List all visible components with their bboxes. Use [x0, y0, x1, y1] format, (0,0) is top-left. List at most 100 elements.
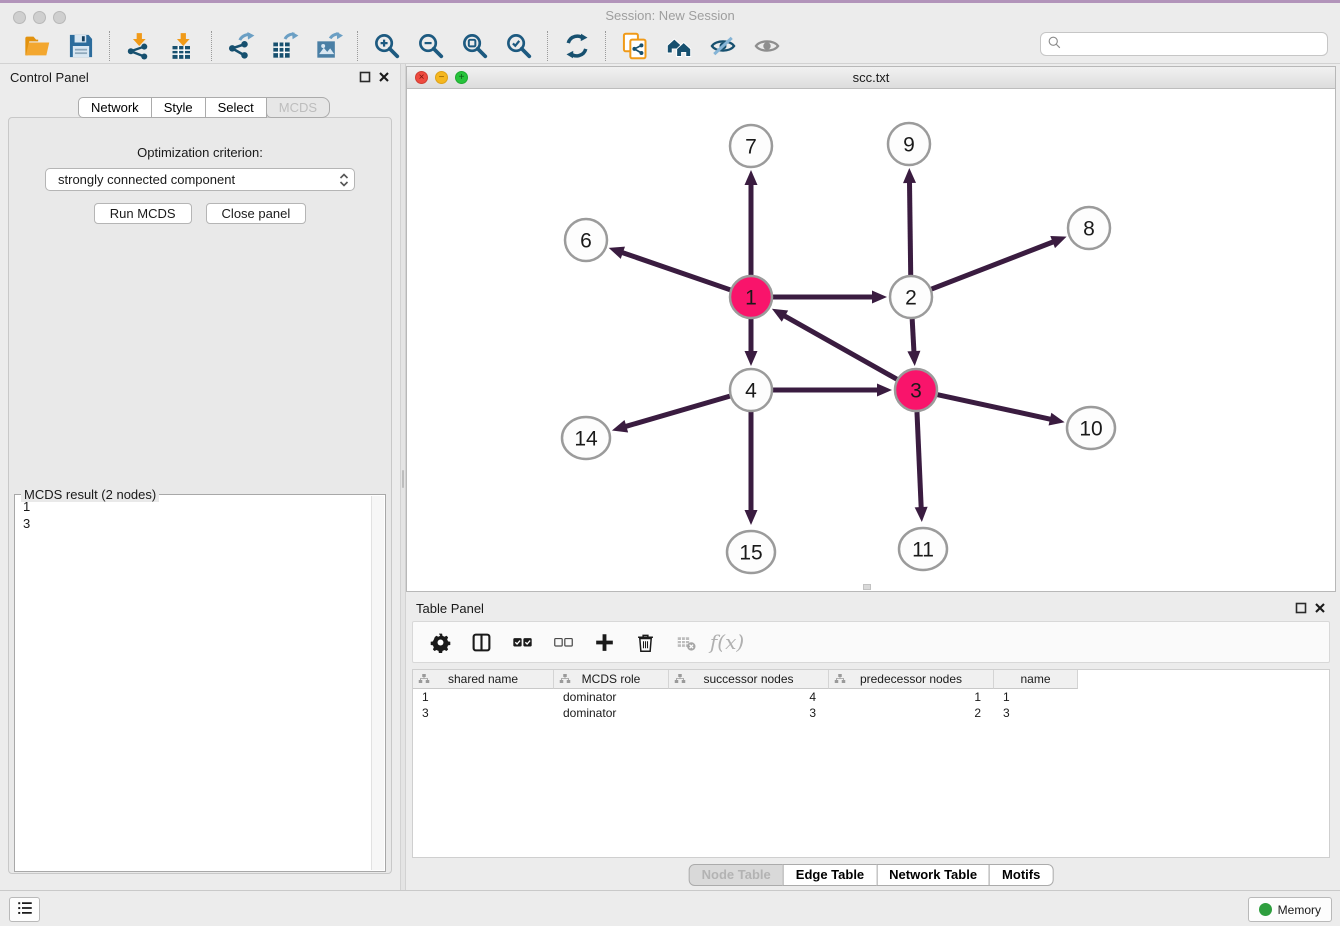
- export-image-icon[interactable]: [314, 31, 343, 60]
- table-toolbar: f(x): [412, 621, 1330, 663]
- cell-predecessor-nodes[interactable]: 2: [829, 705, 994, 721]
- network-close-button[interactable]: ×: [415, 71, 428, 84]
- import-table-icon[interactable]: [168, 31, 197, 60]
- graph-edge-1-7[interactable]: [745, 170, 758, 275]
- graph-node-6[interactable]: 6: [565, 219, 607, 261]
- table-settings-icon[interactable]: [429, 631, 451, 653]
- cell-shared-name[interactable]: 1: [413, 689, 554, 705]
- column-header-shared-name[interactable]: shared name: [413, 670, 554, 689]
- zoom-out-icon[interactable]: [416, 31, 445, 60]
- column-header-name[interactable]: name: [994, 670, 1078, 689]
- graph-edge-1-6[interactable]: [609, 247, 731, 290]
- show-all-icon[interactable]: [752, 31, 781, 60]
- table-row[interactable]: 3dominator323: [413, 705, 1329, 721]
- graph-edge-2-3[interactable]: [907, 319, 920, 366]
- graph-node-1[interactable]: 1: [730, 276, 772, 318]
- refresh-layout-icon[interactable]: [562, 31, 591, 60]
- import-network-icon[interactable]: [124, 31, 153, 60]
- session-title: Session: New Session: [0, 3, 1340, 28]
- network-window-titlebar[interactable]: × − + scc.txt: [407, 67, 1335, 89]
- divider-grip[interactable]: [402, 470, 404, 488]
- panel-menu-button[interactable]: [9, 897, 40, 922]
- add-row-icon[interactable]: [593, 631, 615, 653]
- tab-mcds[interactable]: MCDS: [266, 97, 330, 118]
- canvas-scroll-grip[interactable]: [863, 584, 871, 590]
- zoom-fit-icon[interactable]: [460, 31, 489, 60]
- table-tab-node-table[interactable]: Node Table: [689, 864, 784, 886]
- cell-mcds-role[interactable]: dominator: [554, 689, 669, 705]
- graph-node-8[interactable]: 8: [1068, 207, 1110, 249]
- minimize-window-button[interactable]: [33, 11, 46, 24]
- network-zoom-button[interactable]: +: [455, 71, 468, 84]
- tab-select[interactable]: Select: [205, 97, 267, 118]
- clone-network-icon[interactable]: [620, 31, 649, 60]
- cell-name[interactable]: 1: [994, 689, 1078, 705]
- mcds-result-scrollbar[interactable]: [371, 496, 384, 870]
- column-header-predecessor-nodes[interactable]: predecessor nodes: [829, 670, 994, 689]
- close-panel-button[interactable]: Close panel: [206, 203, 307, 224]
- svg-text:8: 8: [1083, 218, 1095, 241]
- tab-style[interactable]: Style: [151, 97, 206, 118]
- network-canvas[interactable]: 7 9 6 8 1 2 4 3 14 10 15 11: [407, 89, 1335, 591]
- column-header-successor-nodes[interactable]: successor nodes: [669, 670, 829, 689]
- export-table-icon[interactable]: [270, 31, 299, 60]
- tab-network[interactable]: Network: [78, 97, 152, 118]
- graph-node-14[interactable]: 14: [562, 417, 610, 459]
- graph-edge-4-15[interactable]: [745, 412, 758, 525]
- run-mcds-button[interactable]: Run MCDS: [94, 203, 192, 224]
- network-minimize-button[interactable]: −: [435, 71, 448, 84]
- graph-edge-4-14[interactable]: [612, 396, 730, 432]
- select-all-icon[interactable]: [511, 631, 533, 653]
- save-session-icon[interactable]: [66, 31, 95, 60]
- network-graph[interactable]: 7 9 6 8 1 2 4 3 14 10 15 11: [407, 89, 1335, 591]
- graph-edge-2-9[interactable]: [903, 168, 916, 275]
- graph-edge-3-11[interactable]: [915, 412, 928, 522]
- graph-edge-2-8[interactable]: [932, 236, 1067, 289]
- graph-node-9[interactable]: 9: [888, 123, 930, 165]
- graph-edge-1-2[interactable]: [773, 291, 887, 304]
- graph-edge-3-1[interactable]: [772, 309, 897, 379]
- delete-row-icon[interactable]: [634, 631, 656, 653]
- graph-node-10[interactable]: 10: [1067, 407, 1115, 449]
- home-icon[interactable]: [664, 31, 693, 60]
- graph-edge-4-3[interactable]: [773, 384, 892, 397]
- table-row[interactable]: 1dominator411: [413, 689, 1329, 705]
- column-tree-icon: [559, 673, 571, 685]
- graph-node-3[interactable]: 3: [895, 369, 937, 411]
- close-panel-icon[interactable]: [1314, 602, 1326, 614]
- float-panel-icon[interactable]: [1295, 602, 1307, 614]
- table-tab-edge-table[interactable]: Edge Table: [783, 864, 877, 886]
- table-tab-network-table[interactable]: Network Table: [876, 864, 990, 886]
- graph-node-2[interactable]: 2: [890, 276, 932, 318]
- float-panel-icon[interactable]: [359, 71, 371, 83]
- graph-node-7[interactable]: 7: [730, 125, 772, 167]
- close-window-button[interactable]: [13, 11, 26, 24]
- graph-edge-3-10[interactable]: [937, 395, 1064, 426]
- close-panel-icon[interactable]: [378, 71, 390, 83]
- export-network-icon[interactable]: [226, 31, 255, 60]
- search-box[interactable]: [1040, 32, 1328, 56]
- graph-node-4[interactable]: 4: [730, 369, 772, 411]
- zoom-selected-icon[interactable]: [504, 31, 533, 60]
- deselect-all-icon[interactable]: [552, 631, 574, 653]
- optimization-criterion-select[interactable]: strongly connected component: [45, 168, 355, 191]
- show-columns-icon[interactable]: [470, 631, 492, 653]
- hide-selected-icon[interactable]: [708, 31, 737, 60]
- open-file-icon[interactable]: [22, 31, 51, 60]
- cell-mcds-role[interactable]: dominator: [554, 705, 669, 721]
- table-tab-motifs[interactable]: Motifs: [989, 864, 1053, 886]
- cell-successor-nodes[interactable]: 3: [669, 705, 829, 721]
- graph-edge-1-4[interactable]: [745, 319, 758, 366]
- search-input[interactable]: [1062, 34, 1327, 54]
- memory-button[interactable]: Memory: [1248, 897, 1332, 922]
- cell-predecessor-nodes[interactable]: 1: [829, 689, 994, 705]
- cell-name[interactable]: 3: [994, 705, 1078, 721]
- column-header-mcds-role[interactable]: MCDS role: [554, 670, 669, 689]
- zoom-window-button[interactable]: [53, 11, 66, 24]
- column-label: name: [994, 672, 1077, 686]
- graph-node-11[interactable]: 11: [899, 528, 947, 570]
- graph-node-15[interactable]: 15: [727, 531, 775, 573]
- cell-successor-nodes[interactable]: 4: [669, 689, 829, 705]
- cell-shared-name[interactable]: 3: [413, 705, 554, 721]
- zoom-in-icon[interactable]: [372, 31, 401, 60]
